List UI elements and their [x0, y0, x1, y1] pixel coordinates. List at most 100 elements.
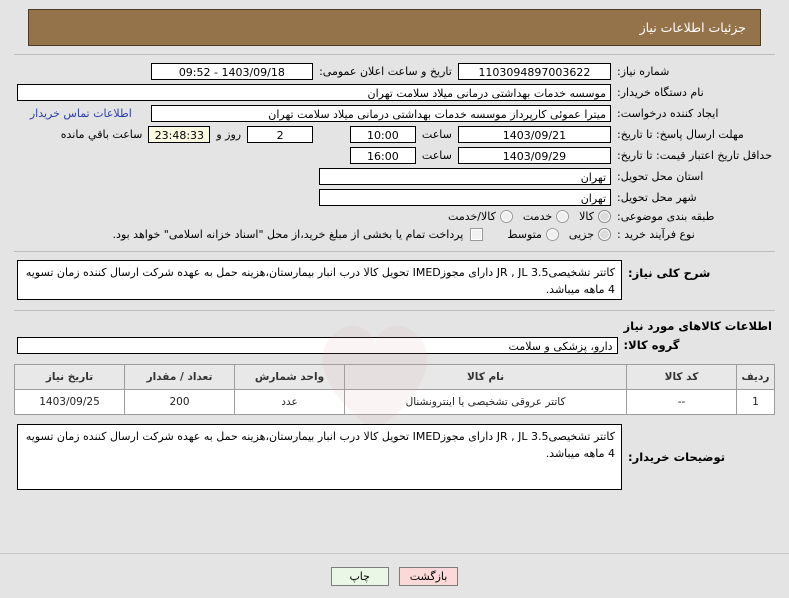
description-grid: شرح کلی نیاز: کاتتر تشخیصی3.5 JR , JL دا… — [14, 258, 775, 302]
treasury-checkbox-label: پرداخت تمام یا بخشی از مبلغ خرید،از محل … — [112, 228, 464, 242]
treasury-checkbox-group[interactable]: پرداخت تمام یا بخشی از مبلغ خرید،از محل … — [112, 228, 484, 242]
treasury-checkbox-icon[interactable] — [470, 228, 484, 242]
radio-icon-kala[interactable] — [598, 210, 612, 224]
row-city: شهر محل تحویل: تهران — [14, 187, 775, 208]
goods-group-label: گروه کالا: — [623, 338, 680, 353]
buyer-org-field-cell: موسسه خدمات بهداشتی درمانی میلاد سلامت ت… — [14, 82, 614, 103]
price-validity-time-cell: ساعت 16:00 — [316, 145, 455, 166]
row-province: استان محل تحویل: تهران — [14, 166, 775, 187]
goods-grid: اطلاعات کالاهای مورد نیاز گروه کالا: دار… — [14, 317, 775, 356]
price-validity-date-field[interactable]: 1403/09/29 — [457, 147, 612, 164]
items-table: ردیف کد کالا نام کالا واحد شمارش تعداد /… — [14, 363, 775, 415]
process-option-jozei-label: جزیی — [568, 228, 595, 242]
need-number-field[interactable]: 1103094897003622 — [457, 63, 612, 80]
category-option-khedmat-label: خدمت — [522, 210, 553, 224]
items-header-unit: واحد شمارش — [234, 363, 345, 390]
radio-icon-jozei[interactable] — [598, 228, 612, 242]
cell-code: -- — [626, 388, 737, 415]
buyer-notes-grid: توضیحات خریدار: کاتتر تشخیصی3.5 JR , JL … — [14, 422, 775, 492]
row-goods-group: گروه کالا: دارو، پزشکی و سلامت — [14, 335, 775, 356]
cell-name: کاتتر عروقی تشخیصی یا اینترونشنال — [344, 388, 627, 415]
details-grid: شماره نیاز: 1103094897003622 تاریخ و ساع… — [14, 61, 775, 244]
divider-above-goods — [14, 309, 775, 311]
row-goods-section-title: اطلاعات کالاهای مورد نیاز — [14, 317, 775, 335]
public-announce-field[interactable]: 09:52 - 1403/09/18 — [150, 63, 314, 80]
row-category: طبقه بندی موضوعی: کالا خدمت کالا/خدمت — [14, 208, 775, 226]
buyer-notes-label: توضیحات خریدار: — [628, 449, 726, 464]
page-root: جزئیات اطلاعات نیاز شماره نیاز: 11030948… — [0, 0, 789, 598]
items-table-head: ردیف کد کالا نام کالا واحد شمارش تعداد /… — [14, 363, 775, 390]
buyer-contact-link[interactable]: اطلاعات تماس خریدار — [30, 107, 132, 120]
reply-deadline-time-group: ساعت 10:00 — [319, 126, 452, 143]
public-announce-label: تاریخ و ساعت اعلان عمومی: — [319, 64, 452, 78]
radio-icon-kala-khedmat[interactable] — [499, 210, 513, 224]
category-radio-group: کالا خدمت کالا/خدمت — [17, 210, 612, 224]
need-description-label: شرح کلی نیاز: — [628, 265, 711, 280]
category-option-kala-khedmat[interactable]: کالا/خدمت — [448, 210, 513, 224]
process-type-radio-group: جزیی متوسط پرداخت تمام یا بخشی از مبلغ خ… — [17, 228, 612, 242]
category-label: طبقه بندی موضوعی: — [617, 210, 715, 223]
footer-divider — [0, 553, 789, 554]
process-type-label: نوع فرآیند خرید : — [617, 227, 695, 241]
goods-section-title: اطلاعات کالاهای مورد نیاز — [623, 318, 772, 333]
radio-icon-khedmat[interactable] — [556, 210, 570, 224]
city-field[interactable]: تهران — [319, 189, 612, 206]
items-header-need-date: تاریخ نیاز — [14, 363, 125, 390]
category-option-kala-label: کالا — [579, 210, 595, 224]
buyer-notes-cell: کاتتر تشخیصی3.5 JR , JL دارای مجوزIMED ت… — [14, 422, 625, 492]
cell-quantity: 200 — [124, 388, 235, 415]
items-header-code: کد کالا — [626, 363, 737, 390]
row-reply-deadline: مهلت ارسال پاسخ: تا تاریخ: 1403/09/21 سا… — [14, 124, 775, 145]
process-option-jozei[interactable]: جزیی — [568, 228, 612, 242]
need-description-cell: کاتتر تشخیصی3.5 JR , JL دارای مجوزIMED ت… — [14, 258, 625, 302]
requester-field-cell: میترا عموئی کارپرداز موسسه خدمات بهداشتی… — [148, 103, 614, 124]
need-description-textarea[interactable]: کاتتر تشخیصی3.5 JR , JL دارای مجوزIMED ت… — [17, 259, 622, 300]
row-process-type: نوع فرآیند خرید : جزیی متوسط پرداخت تمام… — [14, 226, 775, 244]
reply-deadline-date-cell: 1403/09/21 — [455, 124, 614, 145]
buyer-org-label: نام دستگاه خریدار: — [617, 85, 704, 99]
category-option-khedmat[interactable]: خدمت — [522, 210, 570, 224]
row-buyer-org: نام دستگاه خریدار: موسسه خدمات بهداشتی د… — [14, 82, 775, 103]
buyer-org-field[interactable]: موسسه خدمات بهداشتی درمانی میلاد سلامت ت… — [17, 84, 612, 101]
countdown-cell: 2 روز و 23:48:33 ساعت باقي مانده — [14, 124, 316, 145]
price-validity-date-cell: 1403/09/29 — [455, 145, 614, 166]
remaining-days-separator: روز و — [216, 128, 242, 141]
cell-need-date: 1403/09/25 — [14, 388, 125, 415]
divider-above-description — [14, 250, 775, 252]
header-wrap: جزئیات اطلاعات نیاز — [0, 0, 789, 46]
page-title: جزئیات اطلاعات نیاز — [639, 20, 746, 35]
goods-group-field[interactable]: دارو، پزشکی و سلامت — [17, 336, 618, 354]
row-need-number: شماره نیاز: 1103094897003622 تاریخ و ساع… — [14, 61, 775, 82]
requester-field[interactable]: میترا عموئی کارپرداز موسسه خدمات بهداشتی… — [150, 105, 612, 122]
details-panel: شماره نیاز: 1103094897003622 تاریخ و ساع… — [14, 54, 775, 492]
reply-deadline-time-field[interactable]: 10:00 — [349, 126, 416, 143]
reply-deadline-time-cell: ساعت 10:00 — [316, 124, 455, 145]
page-header: جزئیات اطلاعات نیاز — [28, 9, 761, 46]
remaining-suffix-label: ساعت باقي مانده — [60, 128, 143, 141]
items-table-header-row: ردیف کد کالا نام کالا واحد شمارش تعداد /… — [14, 363, 775, 390]
price-validity-time-field[interactable]: 16:00 — [349, 147, 416, 164]
process-option-motavaset[interactable]: متوسط — [507, 228, 559, 242]
contact-link-cell: اطلاعات تماس خریدار — [14, 103, 148, 124]
print-button[interactable]: چاپ — [330, 567, 389, 586]
countdown-group: 2 روز و 23:48:33 ساعت باقي مانده — [17, 126, 314, 143]
items-header-quantity: تعداد / مقدار — [124, 363, 235, 390]
hour-label-1: ساعت — [421, 128, 452, 141]
process-option-motavaset-label: متوسط — [507, 228, 542, 242]
back-button[interactable]: بازگشت — [398, 567, 459, 586]
price-validity-label: حداقل تاریخ اعتبار قیمت: تا تاریخ: — [617, 148, 772, 162]
table-row: 1 -- کاتتر عروقی تشخیصی یا اینترونشنال ع… — [14, 388, 775, 415]
row-need-description: شرح کلی نیاز: کاتتر تشخیصی3.5 JR , JL دا… — [14, 258, 775, 302]
category-option-kala[interactable]: کالا — [579, 210, 612, 224]
city-label: شهر محل تحویل: — [617, 190, 697, 204]
row-price-validity: حداقل تاریخ اعتبار قیمت: تا تاریخ: 1403/… — [14, 145, 775, 166]
reply-deadline-label: مهلت ارسال پاسخ: تا تاریخ: — [617, 127, 744, 141]
hour-label-2: ساعت — [421, 149, 452, 162]
reply-deadline-date-field[interactable]: 1403/09/21 — [457, 126, 612, 143]
remaining-days-field: 2 — [247, 126, 314, 143]
city-field-cell: تهران — [316, 187, 614, 208]
radio-icon-motavaset[interactable] — [545, 228, 559, 242]
province-field[interactable]: تهران — [319, 168, 612, 185]
buyer-notes-textarea[interactable]: کاتتر تشخیصی3.5 JR , JL دارای مجوزIMED ت… — [17, 423, 622, 490]
need-number-field-cell: 1103094897003622 — [455, 61, 614, 82]
